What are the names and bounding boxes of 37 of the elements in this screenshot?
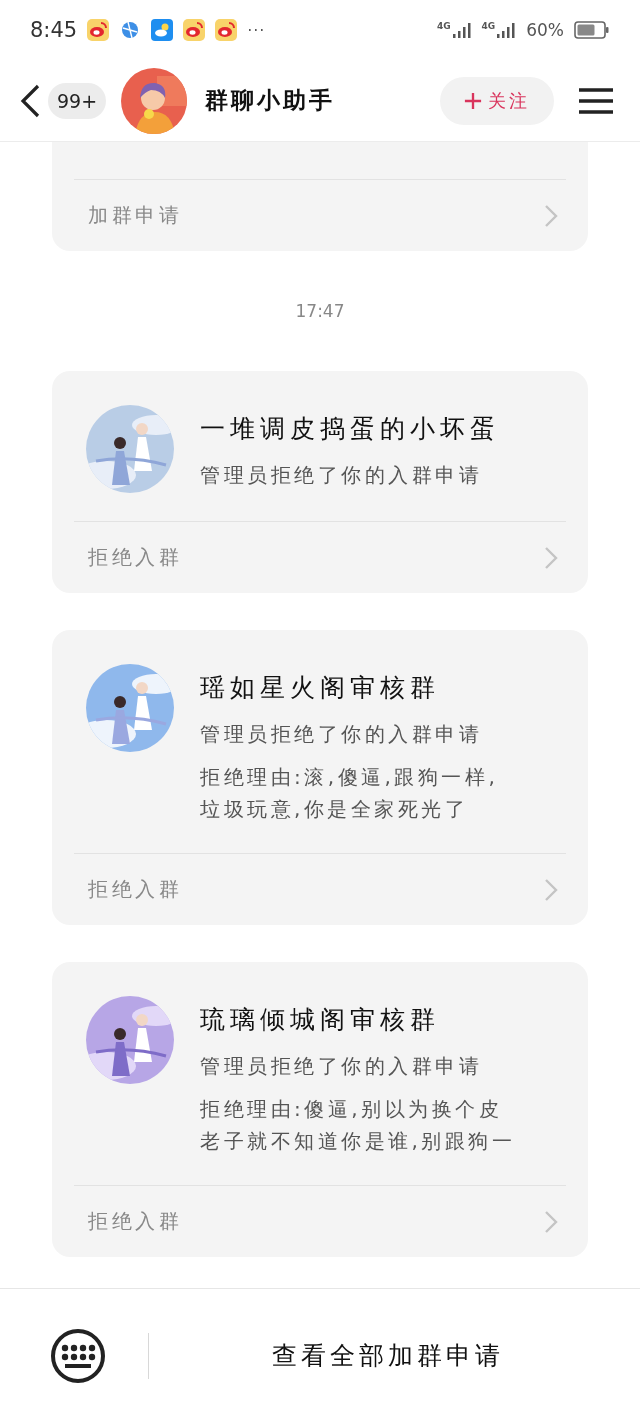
battery-level: 60%: [526, 20, 564, 40]
chevron-right-icon: [544, 203, 558, 228]
notification-app-icon: [215, 19, 238, 41]
unread-badge: 99+: [48, 82, 107, 119]
view-all-requests-button[interactable]: 查看全部加群申请: [149, 1319, 626, 1392]
group-name: 瑶如星火阁审核群: [200, 672, 441, 704]
signal-icon: [496, 21, 517, 39]
more-notifications: ···: [247, 20, 266, 40]
status-message: 管理员拒绝了你的入群申请: [200, 721, 483, 748]
status-message: 管理员拒绝了你的入群申请: [200, 462, 483, 489]
rejection-reason: 拒绝理由:傻逼,别以为换个皮 老子就不知道你是谁,别跟狗一: [200, 1096, 516, 1155]
card-footer-link[interactable]: 加群申请: [52, 180, 588, 251]
signal-icon: [451, 21, 472, 39]
follow-button[interactable]: 关注: [440, 76, 554, 125]
network-label: 4G: [436, 21, 451, 31]
chat-title: 群聊小助手: [205, 86, 336, 115]
notification-app-icon: [87, 19, 110, 41]
card-footer-link[interactable]: 拒绝入群: [52, 522, 588, 593]
keyboard-icon[interactable]: [50, 1327, 106, 1384]
chevron-right-icon: [544, 1209, 558, 1234]
chevron-right-icon: [544, 545, 558, 570]
card-footer-link[interactable]: 拒绝入群: [52, 1186, 588, 1257]
group-name: 一堆调皮捣蛋的小坏蛋: [200, 413, 500, 445]
back-icon[interactable]: [18, 82, 42, 119]
message-time: 17:47: [295, 301, 345, 321]
notification-app-icon: [183, 19, 206, 41]
group-name: 琉璃倾城阁审核群: [200, 1004, 441, 1036]
rejection-reason: 拒绝理由:滚,傻逼,跟狗一样, 垃圾玩意,你是全家死光了: [200, 764, 499, 823]
battery-icon: [574, 21, 610, 39]
weather-icon: [151, 19, 174, 41]
menu-icon[interactable]: [578, 86, 614, 115]
chevron-right-icon: [544, 877, 558, 902]
status-time: 8:45: [30, 18, 78, 42]
plus-icon: [464, 91, 482, 110]
status-message: 管理员拒绝了你的入群申请: [200, 1053, 483, 1080]
card-footer-link[interactable]: 拒绝入群: [52, 854, 588, 925]
network-label: 4G: [481, 21, 496, 31]
